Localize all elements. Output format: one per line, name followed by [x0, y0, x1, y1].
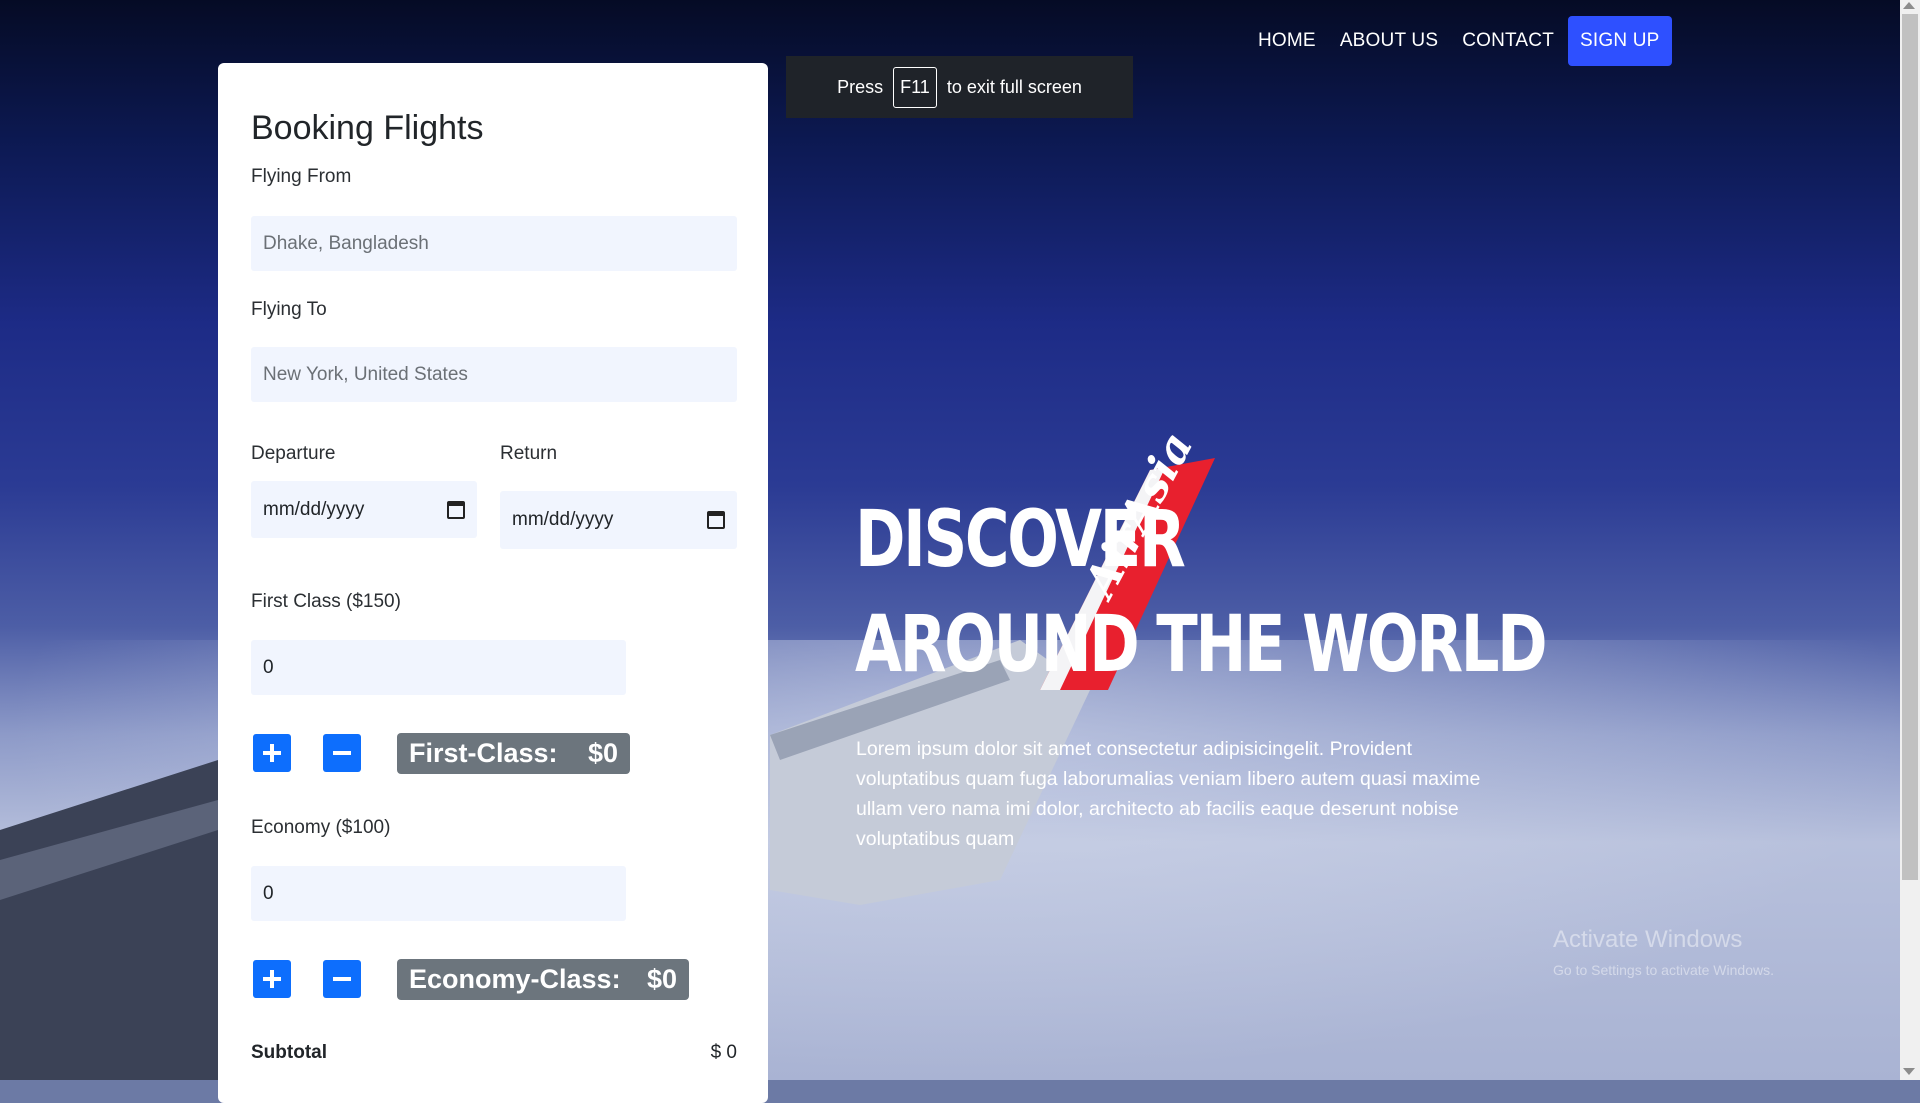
scroll-down-arrow-icon[interactable] [1903, 1068, 1915, 1075]
minus-icon [333, 970, 351, 988]
toast-press-text: Press [837, 76, 884, 97]
plus-icon [263, 970, 281, 988]
departure-date-input[interactable]: mm/dd/yyyy [251, 481, 477, 538]
departure-date-value: mm/dd/yyyy [263, 498, 365, 520]
first-class-plus-button[interactable] [253, 734, 291, 772]
sign-up-button[interactable]: SIGN UP [1568, 16, 1672, 66]
flying-from-input[interactable]: Dhake, Bangladesh [251, 216, 737, 271]
nav-about-us[interactable]: ABOUT US [1340, 30, 1438, 52]
subtotal-value: $ 0 [710, 1042, 737, 1063]
toast-key: F11 [893, 66, 937, 108]
minus-icon [333, 744, 351, 762]
first-class-badge-label: First-Class: [409, 738, 558, 768]
return-date-input[interactable]: mm/dd/yyyy [500, 491, 737, 549]
economy-quantity-input[interactable]: 0 [251, 866, 626, 921]
nav-home[interactable]: HOME [1258, 30, 1316, 52]
first-class-total-badge: First-Class: $0 [397, 733, 630, 774]
booking-title: Booking Flights [251, 109, 484, 147]
activate-windows-watermark: Activate Windows Go to Settings to activ… [1553, 926, 1774, 978]
calendar-icon[interactable] [707, 511, 725, 529]
hero-heading-line2: AROUND THE WORLD [855, 600, 1548, 690]
economy-label: Economy ($100) [251, 817, 391, 838]
first-class-minus-button[interactable] [323, 734, 361, 772]
watermark-title: Activate Windows [1553, 926, 1743, 953]
subtotal-row: Subtotal $ 0 [251, 1042, 737, 1064]
plus-icon [263, 744, 281, 762]
booking-card: Booking Flights Flying From Dhake, Bangl… [218, 63, 768, 1103]
scrollbar-thumb[interactable] [1902, 14, 1918, 880]
economy-badge-value: $0 [646, 964, 677, 994]
calendar-icon[interactable] [447, 500, 465, 519]
scroll-up-arrow-icon[interactable] [1903, 2, 1915, 9]
subtotal-label: Subtotal [251, 1042, 327, 1063]
watermark-subtitle: Go to Settings to activate Windows. [1553, 962, 1774, 978]
return-label: Return [500, 443, 558, 464]
economy-plus-button[interactable] [253, 960, 291, 998]
return-date-value: mm/dd/yyyy [512, 509, 614, 530]
economy-total-badge: Economy-Class: $0 [397, 959, 689, 1000]
flying-to-input[interactable]: New York, United States [251, 347, 737, 402]
flying-from-label: Flying From [251, 166, 352, 187]
first-class-badge-value: $0 [587, 738, 618, 768]
fullscreen-toast: Press F11 to exit full screen [786, 56, 1133, 118]
departure-label: Departure [251, 443, 336, 464]
nav-contact[interactable]: CONTACT [1462, 30, 1554, 52]
flying-to-label: Flying To [251, 299, 327, 320]
first-class-label: First Class ($150) [251, 591, 401, 612]
toast-rest-text: to exit full screen [946, 76, 1082, 97]
economy-minus-button[interactable] [323, 960, 361, 998]
economy-badge-label: Economy-Class: [409, 964, 621, 994]
top-nav: HOME ABOUT US CONTACT SIGN UP [1258, 16, 1672, 66]
hero-heading-line1: DISCOVER [855, 495, 1186, 585]
first-class-quantity-input[interactable]: 0 [251, 640, 626, 695]
hero-paragraph: Lorem ipsum dolor sit amet consectetur a… [856, 738, 1481, 850]
